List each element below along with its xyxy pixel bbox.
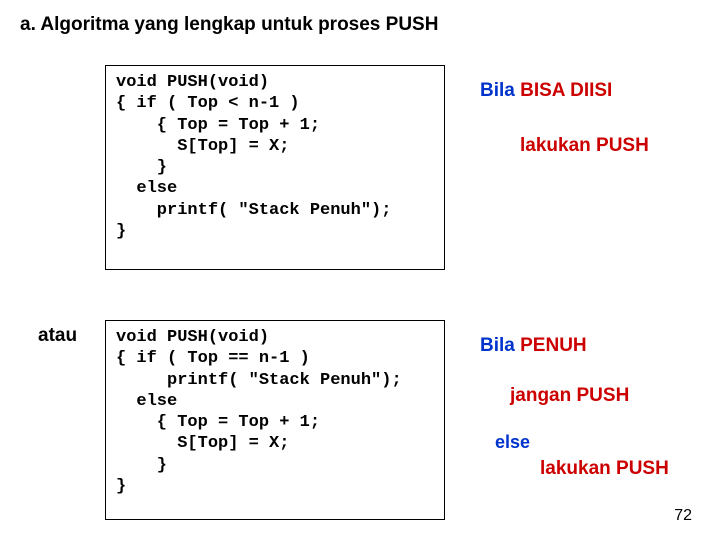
- note-lakukan-push-1: lakukan PUSH: [520, 135, 649, 158]
- code-box-push-v1: void PUSH(void) { if ( Top < n-1 ) { Top…: [105, 65, 445, 270]
- slide-heading: a. Algoritma yang lengkap untuk proses P…: [20, 14, 438, 36]
- label-atau: atau: [38, 325, 77, 347]
- note-penuh-em: PENUH: [520, 335, 587, 356]
- note-lakukan-push-2: lakukan PUSH: [540, 458, 669, 481]
- slide-number: 72: [674, 507, 692, 525]
- code-box-push-v2: void PUSH(void) { if ( Top == n-1 ) prin…: [105, 320, 445, 520]
- note-bisa-diisi: Bila BISA DIISI: [480, 80, 612, 103]
- note-bisa-em: BISA DIISI: [520, 80, 612, 101]
- slide: a. Algoritma yang lengkap untuk proses P…: [0, 0, 720, 540]
- note-else: else: [495, 432, 530, 454]
- note-penuh-pre: Bila: [480, 335, 520, 356]
- note-penuh: Bila PENUH: [480, 335, 587, 358]
- note-bisa-pre: Bila: [480, 80, 520, 101]
- note-jangan-push: jangan PUSH: [510, 385, 629, 408]
